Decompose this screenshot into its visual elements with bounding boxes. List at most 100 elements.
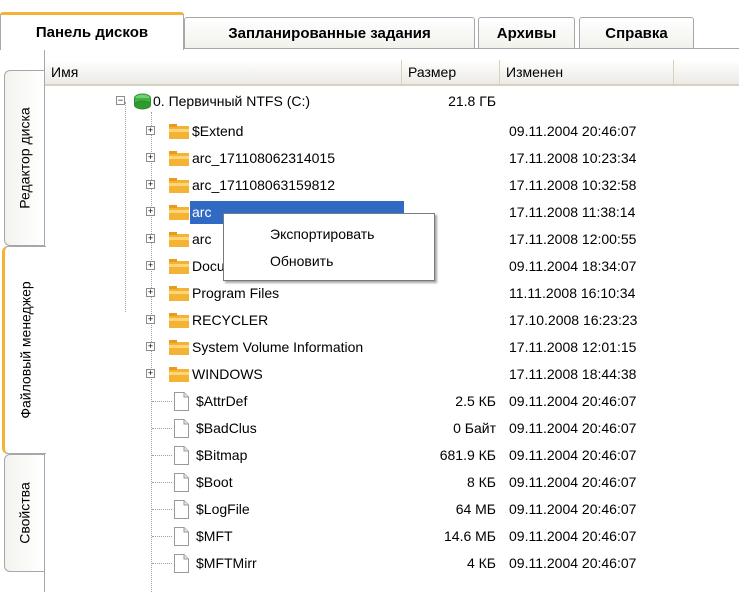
column-header-modified[interactable]: Изменен (500, 60, 674, 84)
folder-name: arc_171108063159812 (192, 177, 335, 193)
file-size: 4 КБ (466, 555, 496, 571)
column-header-size[interactable]: Размер (402, 60, 500, 84)
file-size: 0 Байт (453, 420, 496, 436)
folder-modified: 09.11.2004 20:46:07 (509, 123, 637, 139)
file-name: $Bitmap (196, 447, 248, 463)
expand-toggle[interactable]: + (146, 180, 155, 189)
tree-connector (152, 482, 172, 483)
folder-name: RECYCLER (192, 312, 269, 328)
folder-modified: 17.11.2008 10:32:58 (509, 177, 637, 193)
folder-modified: 17.11.2008 18:44:38 (509, 366, 637, 382)
folder-row[interactable]: + RECYCLER 17.10.2008 16:23:23 (45, 309, 739, 332)
tree-connector (152, 428, 172, 429)
file-row[interactable]: $Bitmap 681.9 КБ 09.11.2004 20:46:07 (45, 444, 739, 467)
file-row[interactable]: $BadClus 0 Байт 09.11.2004 20:46:07 (45, 417, 739, 440)
expand-toggle[interactable]: + (146, 153, 155, 162)
file-name: $AttrDef (196, 393, 248, 409)
file-modified: 09.11.2004 20:46:07 (509, 528, 637, 544)
folder-icon (169, 178, 189, 193)
collapse-toggle[interactable]: − (116, 96, 125, 105)
file-icon (174, 473, 189, 492)
folder-name: WINDOWS (192, 366, 263, 382)
file-size: 64 МБ (455, 501, 496, 517)
expand-toggle[interactable]: + (146, 315, 155, 324)
folder-icon (169, 205, 189, 220)
folder-name: Program Files (192, 285, 280, 301)
context-menu-refresh[interactable]: Обновить (224, 249, 434, 273)
expand-toggle[interactable]: + (146, 288, 155, 297)
folder-modified: 17.10.2008 16:23:23 (509, 312, 638, 328)
side-tab-properties[interactable]: Свойства (4, 454, 44, 572)
file-row[interactable]: $LogFile 64 МБ 09.11.2004 20:46:07 (45, 498, 739, 521)
file-modified: 09.11.2004 20:46:07 (509, 420, 637, 436)
side-tab-file-manager[interactable]: Файловый менеджер (2, 246, 46, 454)
file-modified: 09.11.2004 20:46:07 (509, 474, 637, 490)
top-tab-bar: Панель дисков Запланированные задания Ар… (0, 0, 739, 50)
context-menu-export[interactable]: Экспортировать (224, 222, 434, 246)
expand-toggle[interactable]: + (146, 207, 155, 216)
file-modified: 09.11.2004 20:46:07 (509, 393, 637, 409)
folder-icon (169, 259, 189, 274)
tab-bar-divider (184, 48, 739, 49)
file-icon (174, 392, 189, 411)
tab-help[interactable]: Справка (579, 17, 694, 48)
folder-name: $Extend (192, 123, 244, 139)
file-row[interactable]: $MFTMirr 4 КБ 09.11.2004 20:46:07 (45, 552, 739, 575)
folder-icon (169, 286, 189, 301)
file-modified: 09.11.2004 20:46:07 (509, 447, 637, 463)
folder-icon (169, 124, 189, 139)
root-drive-size: 21.8 ГБ (448, 93, 496, 109)
folder-row[interactable]: + $Extend 09.11.2004 20:46:07 (45, 120, 739, 143)
file-row[interactable]: $AttrDef 2.5 КБ 09.11.2004 20:46:07 (45, 390, 739, 413)
file-size: 2.5 КБ (455, 393, 496, 409)
tree-connector (152, 455, 172, 456)
expand-toggle[interactable]: + (146, 234, 155, 243)
folder-row[interactable]: + WINDOWS 17.11.2008 18:44:38 (45, 363, 739, 386)
side-tab-properties-label: Свойства (16, 482, 33, 544)
folder-row[interactable]: + Program Files 11.11.2008 16:10:34 (45, 282, 739, 305)
folder-name: arc_171108062314015 (192, 150, 335, 166)
tab-disk-panel[interactable]: Панель дисков (0, 12, 184, 50)
file-name: $LogFile (196, 501, 250, 517)
column-header-row: Имя Размер Изменен (45, 60, 739, 86)
folder-modified: 09.11.2004 18:34:07 (509, 258, 637, 274)
folder-row[interactable]: + arc_171108063159812 17.11.2008 10:32:5… (45, 174, 739, 197)
folder-row[interactable]: + System Volume Information 17.11.2008 1… (45, 336, 739, 359)
tree-connector (152, 509, 172, 510)
folder-icon (169, 151, 189, 166)
folder-modified: 11.11.2008 16:10:34 (509, 285, 636, 301)
column-header-name[interactable]: Имя (45, 60, 402, 84)
root-drive-name: 0. Первичный NTFS (C:) (153, 93, 311, 109)
tree-connector (152, 563, 172, 564)
tree-connector (152, 536, 172, 537)
file-icon (174, 446, 189, 465)
tree-row-root[interactable]: − 0. Первичный NTFS (C:) 21.8 ГБ (45, 90, 739, 113)
file-row[interactable]: $MFT 14.6 МБ 09.11.2004 20:46:07 (45, 525, 739, 548)
disk-icon (134, 93, 151, 110)
file-size: 8 КБ (466, 474, 496, 490)
expand-toggle[interactable]: + (146, 261, 155, 270)
expand-toggle[interactable]: + (146, 342, 155, 351)
side-tab-disk-editor[interactable]: Редактор диска (4, 70, 44, 246)
folder-modified: 17.11.2008 12:00:55 (509, 231, 637, 247)
folder-icon (169, 340, 189, 355)
file-list-panel: Имя Размер Изменен − 0. Первичный NTFS (… (45, 50, 739, 592)
expand-toggle[interactable]: + (146, 126, 155, 135)
folder-icon (169, 367, 189, 382)
file-icon (174, 554, 189, 573)
file-icon (174, 419, 189, 438)
context-menu: Экспортировать Обновить (223, 213, 435, 281)
file-name: $MFTMirr (196, 555, 257, 571)
expand-toggle[interactable]: + (146, 369, 155, 378)
file-name: $Boot (196, 474, 233, 490)
file-name: $BadClus (196, 420, 257, 436)
tab-scheduled-tasks[interactable]: Запланированные задания (184, 17, 475, 48)
file-row[interactable]: $Boot 8 КБ 09.11.2004 20:46:07 (45, 471, 739, 494)
file-size: 681.9 КБ (439, 447, 496, 463)
file-modified: 09.11.2004 20:46:07 (509, 555, 637, 571)
file-modified: 09.11.2004 20:46:07 (509, 501, 637, 517)
file-icon (174, 527, 189, 546)
tab-archives[interactable]: Архивы (478, 17, 575, 48)
file-size: 14.6 МБ (444, 528, 496, 544)
folder-row[interactable]: + arc_171108062314015 17.11.2008 10:23:3… (45, 147, 739, 170)
